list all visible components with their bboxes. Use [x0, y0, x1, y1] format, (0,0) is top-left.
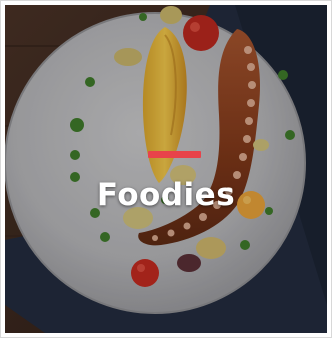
category-card-frame: Foodies [0, 0, 332, 338]
image-dark-overlay [5, 5, 327, 333]
foodies-category-tile[interactable]: Foodies [5, 5, 327, 333]
category-title: Foodies [96, 177, 236, 213]
title-accent-bar [148, 151, 201, 158]
